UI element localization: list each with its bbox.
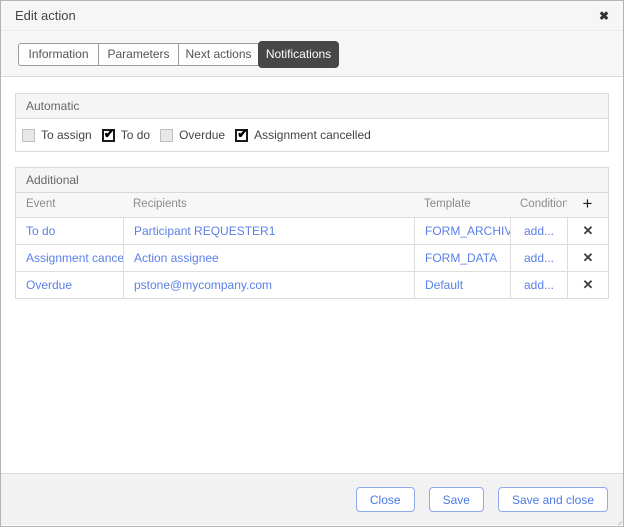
checkbox-label: To assign [41, 128, 92, 142]
column-header-event: Event [26, 198, 56, 210]
recipients-link[interactable]: Action assignee [134, 251, 219, 265]
checkbox-item-to-assign[interactable]: To assign [22, 128, 92, 142]
checkbox-icon[interactable]: ✔ [101, 125, 115, 142]
edit-action-dialog: Edit action ✖ Information Parameters Nex… [0, 0, 624, 527]
tab-parameters[interactable]: Parameters [98, 43, 179, 66]
table-row: Overdue pstone@mycompany.com Default add… [16, 271, 608, 298]
additional-panel-title: Additional [16, 168, 608, 193]
template-link[interactable]: Default [425, 278, 463, 292]
checkbox-item-to-do[interactable]: ✔ To do [101, 125, 151, 142]
automatic-panel-title: Automatic [16, 94, 608, 119]
tab-information[interactable]: Information [18, 43, 99, 66]
event-link[interactable]: Overdue [26, 278, 72, 292]
dialog-footer: Close Save Save and close [1, 474, 623, 525]
template-link[interactable]: FORM_DATA [425, 251, 497, 265]
dialog-title: Edit action [15, 8, 76, 23]
save-button[interactable]: Save [428, 487, 484, 512]
close-icon[interactable]: ✖ [599, 10, 609, 22]
table-row: To do Participant REQUESTER1 FORM_ARCHIV… [16, 217, 608, 244]
dialog-titlebar: Edit action ✖ [1, 1, 623, 31]
add-row-icon[interactable]: + [583, 194, 593, 213]
remove-row-icon[interactable]: ✕ [583, 277, 594, 292]
close-button[interactable]: Close [355, 487, 415, 512]
tab-next-actions[interactable]: Next actions [178, 43, 259, 66]
checkbox-icon[interactable]: ✔ [235, 125, 249, 142]
save-and-close-button[interactable]: Save and close [497, 487, 608, 512]
tab-notifications[interactable]: Notifications [258, 41, 339, 68]
recipients-link[interactable]: Participant REQUESTER1 [134, 224, 275, 238]
checkbox-label: Overdue [179, 128, 226, 142]
column-header-template: Template [424, 198, 471, 210]
checkbox-icon[interactable] [22, 128, 35, 142]
template-link[interactable]: FORM_ARCHIVE [425, 224, 510, 238]
condition-add-link[interactable]: add... [524, 251, 554, 265]
condition-add-link[interactable]: add... [524, 224, 554, 238]
automatic-panel: Automatic To assign ✔ To do Overdue ✔ As… [15, 93, 609, 152]
table-row: Assignment cancelled Action assignee FOR… [16, 244, 608, 271]
checkbox-item-assignment-cancelled[interactable]: ✔ Assignment cancelled [235, 125, 371, 142]
tab-bar: Information Parameters Next actions Noti… [1, 31, 623, 77]
checkbox-icon[interactable] [160, 128, 174, 142]
automatic-checkbox-row: To assign ✔ To do Overdue ✔ Assignment c… [16, 119, 608, 151]
recipients-link[interactable]: pstone@mycompany.com [134, 278, 272, 292]
column-header-recipients: Recipients [133, 198, 187, 210]
check-icon: ✔ [103, 125, 115, 141]
event-link[interactable]: Assignment cancelled [26, 251, 123, 265]
remove-row-icon[interactable]: ✕ [583, 223, 594, 238]
event-link[interactable]: To do [26, 224, 55, 238]
checkbox-label: Assignment cancelled [254, 128, 371, 142]
table-header-row: Event Recipients Template Condition + [16, 193, 608, 217]
checkbox-label: To do [120, 128, 151, 142]
resize-grip[interactable] [612, 515, 622, 525]
checkbox-item-overdue[interactable]: Overdue [160, 128, 225, 142]
check-icon: ✔ [237, 125, 248, 141]
column-header-condition: Condition [520, 198, 567, 210]
additional-panel: Additional Event Recipients Template Con… [15, 167, 609, 299]
dialog-body: Automatic To assign ✔ To do Overdue ✔ As… [1, 77, 623, 474]
condition-add-link[interactable]: add... [524, 278, 554, 292]
remove-row-icon[interactable]: ✕ [583, 250, 594, 265]
